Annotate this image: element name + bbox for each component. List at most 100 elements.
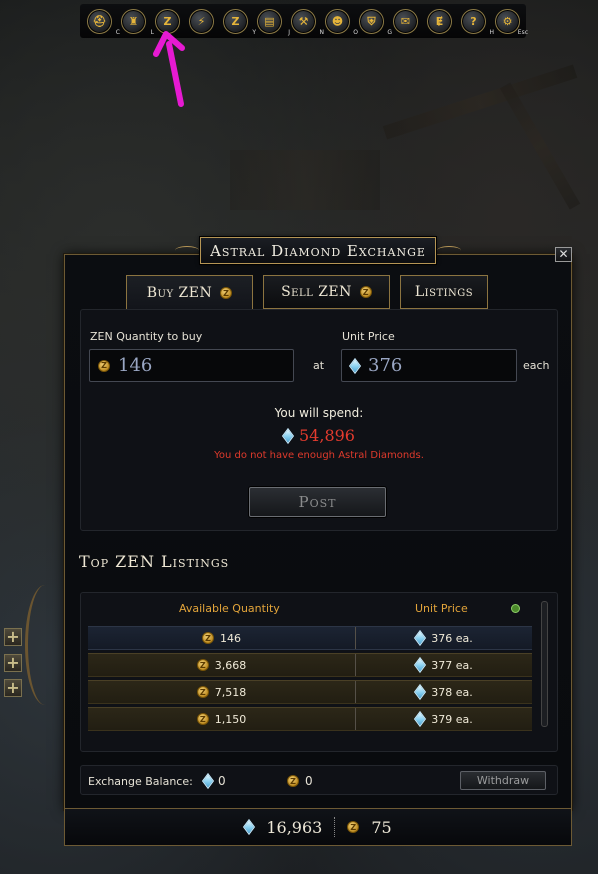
zen-coin-icon: Z <box>287 775 299 787</box>
listing-price: 376 ea. <box>431 631 473 645</box>
helmet-icon[interactable]: ⛑ C <box>87 9 120 36</box>
side-plus-button[interactable]: + <box>4 679 22 697</box>
listing-price: 378 ea. <box>431 685 473 699</box>
astral-diamond-icon <box>414 710 427 728</box>
zen-icon[interactable]: ZY <box>223 9 256 36</box>
top-listings-title: Top ZEN Listings <box>79 552 230 571</box>
tab-sell-zen[interactable]: Sell ZEN Z <box>263 275 390 309</box>
astral-diamond-icon <box>348 357 362 374</box>
listing-quantity: 3,668 <box>214 658 247 672</box>
hotkey-label: O <box>353 29 358 36</box>
at-label: at <box>313 359 325 372</box>
listing-quantity-cell: Z 1,150 <box>88 708 356 730</box>
castle-icon[interactable]: ♜ L <box>121 9 154 36</box>
sort-indicator-icon[interactable] <box>511 604 520 613</box>
tab-buy-zen-label: Buy ZEN <box>146 285 213 301</box>
hotbar-glyph: ⛨ <box>367 14 376 28</box>
hotbar-glyph: ⚙ <box>502 15 513 28</box>
hotkey-label: J <box>288 29 290 36</box>
listing-row[interactable]: Z 7,518 378 ea. <box>88 680 532 704</box>
hotkey-label: C <box>115 29 120 36</box>
help-icon[interactable]: ? H <box>461 9 494 36</box>
listing-price-cell: 378 ea. <box>356 681 532 703</box>
scenery-beam <box>499 82 581 210</box>
hotkey-label: Y <box>252 29 256 36</box>
zen-quantity-input[interactable]: Z 146 <box>89 349 294 382</box>
listing-quantity-cell: Z 7,518 <box>88 681 356 703</box>
astral-diamond-icon <box>414 683 427 701</box>
zen-coin-icon: Z <box>196 686 209 698</box>
wallet-zen-value: 75 <box>371 817 392 837</box>
hotbar-glyph: Z <box>231 15 240 28</box>
listing-row[interactable]: Z 146 376 ea. <box>88 626 532 650</box>
listing-row[interactable]: Z 1,150 379 ea. <box>88 707 532 731</box>
tab-listings[interactable]: Listings <box>400 275 488 309</box>
settings-gear-icon[interactable]: ⚙ Esc <box>495 9 528 36</box>
hotkey-label: Esc <box>517 29 528 36</box>
hotbar-glyph: ⛑ <box>92 15 107 28</box>
hotbar-glyph: ⚒ <box>298 15 309 28</box>
hotbar-glyph: Z <box>163 15 172 28</box>
post-button[interactable]: Post <box>249 487 386 517</box>
tab-sell-zen-label: Sell ZEN <box>281 284 352 300</box>
listings-scrollbar[interactable] <box>541 601 548 727</box>
hotbar-glyph: ☻ <box>331 15 344 28</box>
zen-coin-icon: Z <box>202 632 214 644</box>
scenery-beam <box>382 64 578 140</box>
zen-coin-icon: Z <box>347 821 360 833</box>
unit-price-value: 376 <box>368 355 403 376</box>
hotkey-label: N <box>319 29 325 36</box>
each-label: each <box>523 359 550 372</box>
exchange-icon[interactable]: Ɇ <box>427 9 452 34</box>
zen-coin-icon: Z <box>196 659 209 671</box>
hotbar-glyph: Ɇ <box>435 15 444 28</box>
balance-diamonds-value: 0 <box>218 774 226 788</box>
wallet-diamonds-value: 16,963 <box>266 817 323 837</box>
zen-coin-icon: Z <box>359 286 372 298</box>
astral-diamond-icon <box>414 629 427 647</box>
hotbar-glyph: ♜ <box>128 15 139 28</box>
listing-row[interactable]: Z 3,668 377 ea. <box>88 653 532 677</box>
col-available-quantity[interactable]: Available Quantity <box>179 602 280 615</box>
listing-price: 377 ea. <box>431 658 473 672</box>
insufficient-funds-warning: You do not have enough Astral Diamonds. <box>214 450 424 461</box>
close-button[interactable]: ✕ <box>555 247 572 262</box>
hotbar-glyph: ⚡ <box>197 15 206 28</box>
crafting-icon[interactable]: ⚒ N <box>291 9 324 36</box>
listing-quantity: 1,150 <box>214 712 247 726</box>
quantity-label: ZEN Quantity to buy <box>90 330 203 343</box>
astral-diamond-icon <box>281 427 295 444</box>
side-plus-button[interactable]: + <box>4 654 22 672</box>
annotation-arrow-icon <box>153 31 185 107</box>
withdraw-button[interactable]: Withdraw <box>460 771 546 790</box>
mail-icon[interactable]: ✉ <box>393 9 418 34</box>
zen-coin-icon: Z <box>98 359 110 372</box>
party-icon[interactable]: ☻ O <box>325 9 358 36</box>
hotbar-glyph: ? <box>470 15 477 28</box>
side-frame-ornament <box>25 585 65 705</box>
listing-quantity: 146 <box>220 631 241 645</box>
window-title: Astral Diamond Exchange <box>175 237 461 264</box>
astral-diamond-icon <box>243 818 256 836</box>
exchange-balance-label: Exchange Balance: <box>88 775 193 788</box>
window-title-text: Astral Diamond Exchange <box>210 241 426 260</box>
spend-total-value: 54,896 <box>299 426 355 445</box>
journal-icon[interactable]: ▤ J <box>257 9 290 36</box>
listing-quantity-cell: Z 3,668 <box>88 654 356 676</box>
listing-price: 379 ea. <box>431 712 473 726</box>
hotkey-label: G <box>387 29 392 36</box>
listing-price-cell: 377 ea. <box>356 654 532 676</box>
guild-shield-icon[interactable]: ⛨ G <box>359 9 392 36</box>
col-unit-price[interactable]: Unit Price <box>415 602 468 615</box>
listing-price-cell: 379 ea. <box>356 708 532 730</box>
zen-coin-icon: Z <box>196 713 209 725</box>
unit-price-label: Unit Price <box>342 330 395 343</box>
side-plus-button[interactable]: + <box>4 628 22 646</box>
listing-price-cell: 376 ea. <box>356 627 532 649</box>
tab-buy-zen[interactable]: Buy ZEN Z <box>126 275 253 311</box>
spend-label: You will spend: <box>274 406 364 420</box>
unit-price-input[interactable]: 376 <box>341 349 517 382</box>
tab-listings-label: Listings <box>414 284 474 300</box>
balance-zen-value: 0 <box>305 774 313 788</box>
listing-quantity-cell: Z 146 <box>88 627 356 649</box>
